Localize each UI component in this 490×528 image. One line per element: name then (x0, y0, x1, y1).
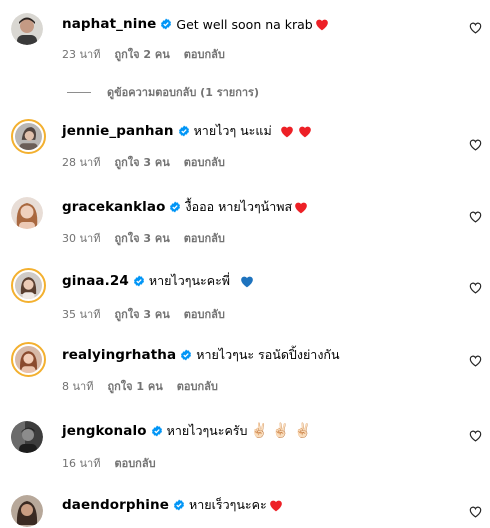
likes-count[interactable]: ถูกใจ 2 คน (114, 45, 169, 63)
comment-time: 23 นาที (62, 48, 101, 61)
comment-time: 16 นาที (62, 457, 101, 470)
reply-button[interactable]: ตอบกลับ (184, 153, 225, 171)
avatar[interactable] (11, 421, 43, 453)
avatar[interactable] (11, 197, 43, 229)
comment-time: 28 นาที (62, 156, 101, 169)
heart-emoji-icon (294, 201, 308, 214)
verified-badge-icon (173, 499, 185, 511)
likes-count[interactable]: ถูกใจ 3 คน (114, 153, 169, 171)
comment-text: หายไวๆนะครับ (166, 423, 248, 438)
likes-count[interactable]: ถูกใจ 3 คน (114, 229, 169, 247)
likes-count[interactable]: ถูกใจ 3 คน (114, 305, 169, 323)
like-heart-icon[interactable] (467, 209, 483, 225)
verified-badge-icon (180, 349, 192, 361)
comment-time: 8 นาที (62, 380, 94, 393)
username[interactable]: daendorphine (62, 497, 169, 513)
heart-emoji-icon (298, 125, 312, 138)
like-heart-icon[interactable] (467, 280, 483, 296)
verified-badge-icon (160, 18, 172, 30)
avatar[interactable] (11, 495, 43, 527)
username[interactable]: jennie_panhan (62, 123, 174, 139)
like-heart-icon[interactable] (467, 353, 483, 369)
avatar[interactable] (11, 119, 46, 154)
like-heart-icon[interactable] (467, 137, 483, 153)
username[interactable]: naphat_nine (62, 16, 156, 32)
avatar[interactable] (11, 268, 46, 303)
comment-text: Get well soon na krab (176, 16, 313, 32)
heart-emoji-icon (280, 125, 294, 138)
divider (67, 91, 91, 93)
heart-emoji-icon (315, 18, 329, 31)
likes-count[interactable]: ถูกใจ 1 คน (107, 377, 162, 395)
comment-time: 35 นาที (62, 308, 101, 321)
victory-hand-emoji-icon: ✌🏻 ✌🏻 ✌🏻 (250, 423, 312, 439)
reply-button[interactable]: ตอบกลับ (184, 229, 225, 247)
view-replies-button[interactable]: ดูข้อความตอบกลับ (1 รายการ) (67, 83, 259, 101)
like-heart-icon[interactable] (467, 428, 483, 444)
username[interactable]: jengkonalo (62, 423, 147, 439)
reply-button[interactable]: ตอบกลับ (184, 305, 225, 323)
reply-button[interactable]: ตอบกลับ (177, 377, 218, 395)
username[interactable]: realyingrhatha (62, 347, 176, 363)
comment-text: งื้อออ หายไวๆน้าพส (185, 199, 293, 214)
comment-time: 30 นาที (62, 232, 101, 245)
username[interactable]: ginaa.24 (62, 273, 129, 289)
avatar[interactable] (11, 13, 43, 45)
comment-text: หายไวๆนะ รอนัดปิ้งย่างกัน (196, 347, 340, 362)
avatar[interactable] (11, 342, 46, 377)
comment-text: หายไวๆนะคะพี่ (148, 273, 231, 288)
like-heart-icon[interactable] (467, 504, 483, 520)
like-heart-icon[interactable] (467, 20, 483, 36)
heart-emoji-icon (269, 499, 283, 512)
comment-text: หายไวๆ นะแม่ (193, 123, 272, 138)
verified-badge-icon (178, 125, 190, 137)
reply-button[interactable]: ตอบกลับ (114, 454, 155, 472)
comment-text: หายเร็วๆนะคะ (189, 497, 267, 512)
verified-badge-icon (169, 201, 181, 213)
view-replies-label: ดูข้อความตอบกลับ (1 รายการ) (107, 86, 259, 99)
verified-badge-icon (133, 275, 145, 287)
username[interactable]: gracekanklao (62, 199, 165, 215)
reply-button[interactable]: ตอบกลับ (184, 45, 225, 63)
heart-emoji-icon (240, 275, 254, 288)
verified-badge-icon (151, 425, 163, 437)
